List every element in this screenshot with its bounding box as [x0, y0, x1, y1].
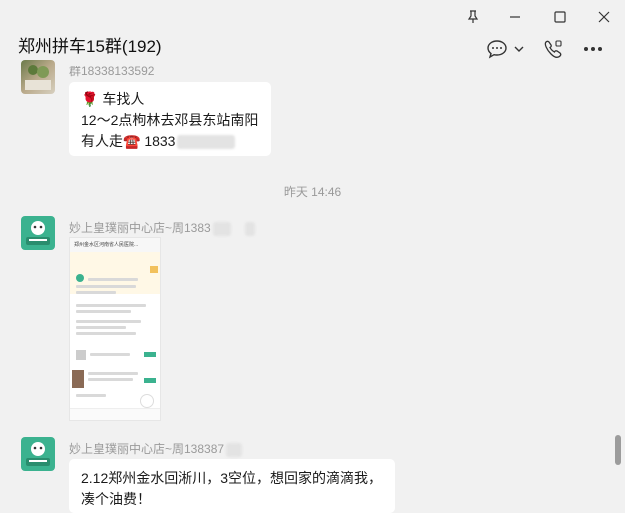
image-message[interactable]: 郑州金水区河南省人民医院...	[69, 237, 161, 421]
message-line: 有人走☎️ 1833	[81, 133, 176, 149]
sender-name: 妙上皇璞丽中心店~周1383	[69, 219, 255, 236]
maximize-icon[interactable]	[543, 6, 577, 28]
pin-icon[interactable]	[456, 6, 490, 28]
title-bar: 郑州拼车15群(192)	[0, 0, 625, 70]
redacted-phone	[177, 135, 236, 150]
message-bubble[interactable]: 2.12郑州金水回淅川，3空位，想回家的滴滴我， 凑个油费！	[69, 459, 395, 513]
minimize-icon[interactable]	[498, 6, 532, 28]
chat-title: 郑州拼车15群(192)	[18, 37, 162, 56]
chat-bubble-icon[interactable]	[486, 38, 508, 60]
phone-video-icon[interactable]	[542, 38, 564, 60]
message-line: 2.12郑州金水回淅川，3空位，想回家的滴滴我，	[81, 470, 383, 486]
close-icon[interactable]	[587, 6, 621, 28]
avatar[interactable]	[21, 216, 55, 250]
message-line: 🌹 车找人	[81, 91, 145, 107]
message-bubble[interactable]: 🌹 车找人 12～2点枸林去邓县东站南阳 有人走☎️ 1833	[69, 82, 271, 156]
image-caption: 郑州金水区河南省人民医院...	[74, 242, 139, 248]
chevron-down-icon[interactable]	[514, 38, 524, 60]
timestamp: 昨天 14:46	[283, 185, 342, 199]
sender-name: 妙上皇璞丽中心店~周138387	[69, 440, 243, 457]
avatar[interactable]	[21, 60, 55, 94]
avatar[interactable]	[21, 437, 55, 471]
scrollbar[interactable]	[615, 435, 621, 465]
more-icon[interactable]	[583, 38, 603, 60]
message-line: 12～2点枸林去邓县东站南阳	[81, 112, 259, 128]
message-line: 凑个油费！	[81, 491, 151, 507]
